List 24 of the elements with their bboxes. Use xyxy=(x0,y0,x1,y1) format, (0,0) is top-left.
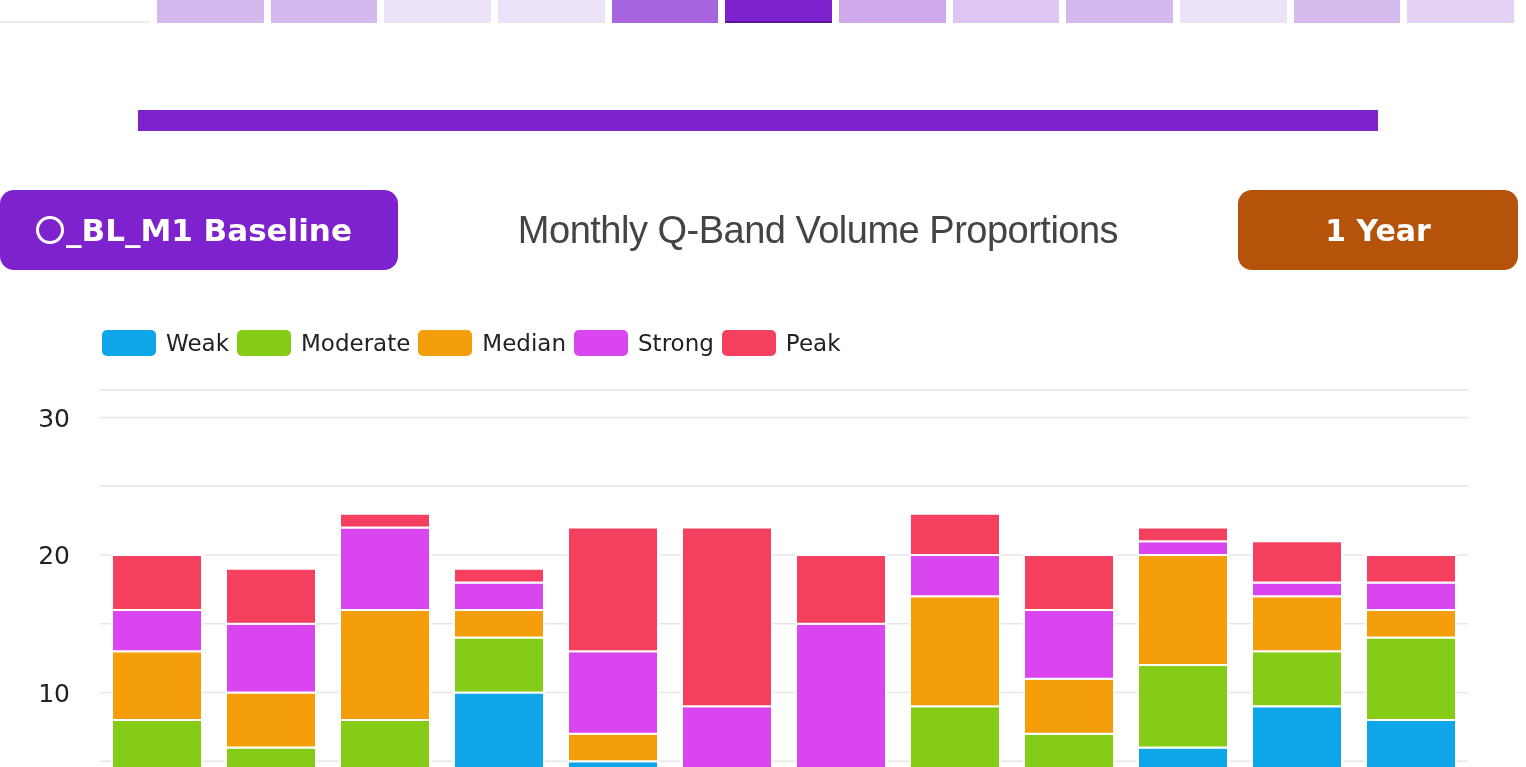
legend-label[interactable]: Peak xyxy=(785,330,841,356)
heatmap-cell[interactable] xyxy=(1066,0,1174,23)
heatmap-cell[interactable] xyxy=(611,0,719,23)
heatmap-cell[interactable] xyxy=(1180,0,1287,23)
y-axis-label: 20 xyxy=(38,541,70,570)
legend-label[interactable]: Weak xyxy=(166,330,229,356)
range-button[interactable]: 1 Year xyxy=(1238,190,1518,270)
heatmap-cell[interactable] xyxy=(1293,0,1401,23)
y-axis-label: 30 xyxy=(38,403,70,433)
heatmap-cell[interactable] xyxy=(384,0,491,23)
heatmap-cell[interactable] xyxy=(498,0,605,23)
legend-label[interactable]: Moderate xyxy=(300,330,411,356)
chart-title: Monthly Q-Band Volume Proportions xyxy=(516,208,1120,252)
heatmap-cell[interactable] xyxy=(952,0,1060,23)
heatmap-cell[interactable] xyxy=(1407,0,1515,23)
circle-icon xyxy=(36,216,64,244)
legend-label[interactable]: Strong xyxy=(638,330,714,356)
heatmap-cell[interactable] xyxy=(157,0,264,23)
y-axis-label: 10 xyxy=(38,678,70,708)
heatmap-cell[interactable] xyxy=(725,0,833,23)
legend-label[interactable]: Median xyxy=(482,330,566,356)
baseline-button[interactable]: _BL_M1 Baseline xyxy=(0,190,398,270)
heatmap-cell[interactable] xyxy=(839,0,946,23)
heatmap-cell[interactable] xyxy=(270,0,378,23)
